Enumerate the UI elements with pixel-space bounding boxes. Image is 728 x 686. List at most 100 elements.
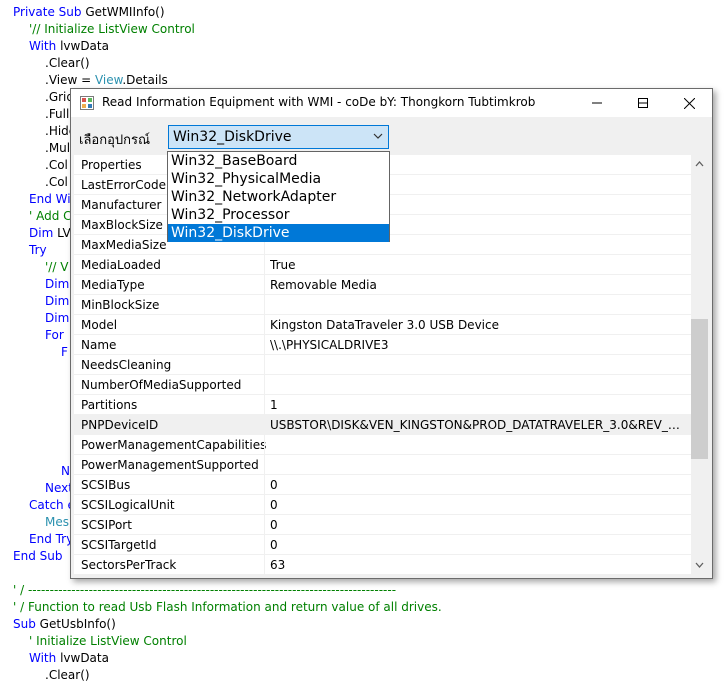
- code-token: .Mul: [45, 141, 71, 155]
- code-token: Private Sub: [13, 5, 86, 19]
- property-row[interactable]: NeedsCleaning: [74, 355, 691, 375]
- close-icon: [683, 97, 695, 109]
- property-value: True: [270, 258, 296, 272]
- column-divider: [264, 315, 265, 335]
- code-token: lvwData: [60, 651, 109, 665]
- minimize-button-real[interactable]: [574, 89, 620, 117]
- code-token: Mes: [45, 515, 69, 529]
- property-row[interactable]: PowerManagementSupported: [74, 455, 691, 475]
- column-divider: [264, 255, 265, 275]
- dropdown-option[interactable]: Win32_BaseBoard: [168, 152, 389, 170]
- property-row[interactable]: MinBlockSize: [74, 295, 691, 315]
- device-dropdown-list[interactable]: Win32_BaseBoard Win32_PhysicalMedia Win32_…: [167, 151, 390, 242]
- column-divider: [264, 275, 265, 295]
- code-token: .Col: [45, 158, 68, 172]
- property-row[interactable]: SectorsPerTrack 63: [74, 555, 691, 574]
- property-name: PNPDeviceID: [81, 418, 159, 432]
- code-line: Dim: [45, 276, 69, 293]
- code-line: .Full: [45, 106, 69, 123]
- scroll-down-arrow-icon[interactable]: [691, 558, 708, 572]
- property-name: NeedsCleaning: [81, 358, 172, 372]
- property-value: 0: [270, 518, 278, 532]
- code-token: GetUsbInfo(): [39, 617, 116, 631]
- code-token: .Clear(): [45, 56, 90, 70]
- column-divider: [264, 415, 265, 435]
- close-button[interactable]: [666, 89, 712, 117]
- property-row[interactable]: NumberOfMediaSupported: [74, 375, 691, 395]
- code-line: Try: [29, 242, 47, 259]
- code-token: End Try: [29, 532, 74, 546]
- code-token: .Full: [45, 107, 70, 121]
- code-token: .View =: [45, 73, 95, 87]
- property-name: SectorsPerTrack: [81, 558, 177, 572]
- property-row[interactable]: Model Kingston DataTraveler 3.0 USB Devic…: [74, 315, 691, 335]
- property-name: MinBlockSize: [81, 298, 160, 312]
- code-token: For: [45, 328, 64, 342]
- property-row[interactable]: SCSIBus 0: [74, 475, 691, 495]
- property-row[interactable]: PowerManagementCapabilities: [74, 435, 691, 455]
- code-line: .View = View.Details: [45, 72, 168, 89]
- maximize-button[interactable]: [620, 89, 666, 117]
- code-line: Dim LV: [29, 225, 71, 242]
- code-line: End Sub: [13, 548, 62, 565]
- property-value: 0: [270, 498, 278, 512]
- code-token: Try: [29, 243, 47, 257]
- scrollbar-thumb[interactable]: [691, 319, 708, 459]
- device-combobox[interactable]: Win32_DiskDrive: [168, 125, 389, 149]
- code-token: .Clear(): [45, 668, 90, 682]
- property-name: Properties: [81, 158, 142, 172]
- code-line: ' Add C: [29, 208, 72, 225]
- property-row[interactable]: SCSIPort 0: [74, 515, 691, 535]
- dropdown-option[interactable]: Win32_DiskDrive: [168, 224, 389, 242]
- property-value: 1: [270, 398, 278, 412]
- property-row[interactable]: SCSITargetId 0: [74, 535, 691, 555]
- property-row[interactable]: Name \\.\PHYSICALDRIVE3: [74, 335, 691, 355]
- code-token: GetWMIInfo(): [85, 5, 165, 19]
- code-line: .Clear(): [45, 55, 90, 72]
- property-row[interactable]: SCSILogicalUnit 0: [74, 495, 691, 515]
- vertical-scrollbar[interactable]: [691, 155, 708, 574]
- code-line: For: [45, 327, 64, 344]
- code-line: '// V: [45, 259, 68, 276]
- code-line: .Clear(): [45, 667, 90, 684]
- chevron-down-icon: [373, 133, 383, 139]
- code-token: lvwData: [60, 39, 109, 53]
- device-toolbar: เลือกอุปกรณ์ Win32_DiskDrive: [71, 118, 712, 154]
- code-line: Dim: [45, 293, 69, 310]
- code-token: .Col: [45, 175, 68, 189]
- property-name: LastErrorCode: [81, 178, 166, 192]
- property-row[interactable]: MediaLoaded True: [74, 255, 691, 275]
- maximize-icon: [638, 98, 648, 108]
- scroll-up-arrow-icon[interactable]: [691, 157, 708, 171]
- column-divider: [264, 535, 265, 555]
- property-name: PowerManagementCapabilities: [81, 438, 267, 452]
- window-title: Read Information Equipment with WMI - co…: [102, 95, 536, 109]
- code-token: Dim: [45, 277, 70, 291]
- code-token: Next: [45, 481, 73, 495]
- property-name: Model: [81, 318, 118, 332]
- property-name: MediaType: [81, 278, 145, 292]
- column-divider: [264, 495, 265, 515]
- code-line: .Mul: [45, 140, 70, 157]
- property-name: Manufacturer: [81, 198, 162, 212]
- code-token: With: [29, 651, 61, 665]
- column-divider: [264, 515, 265, 535]
- code-token: ' Add C: [29, 209, 72, 223]
- column-divider: [264, 475, 265, 495]
- code-line: .Col: [45, 157, 68, 174]
- property-name: Name: [81, 338, 117, 352]
- dropdown-option[interactable]: Win32_PhysicalMedia: [168, 170, 389, 188]
- code-line: .Col: [45, 174, 68, 191]
- dropdown-option[interactable]: Win32_NetworkAdapter: [168, 188, 389, 206]
- code-token: N: [61, 464, 70, 478]
- code-token: Dim: [45, 311, 70, 325]
- property-name: MaxMediaSize: [81, 238, 167, 252]
- property-value: 0: [270, 478, 278, 492]
- dropdown-option[interactable]: Win32_Processor: [168, 206, 389, 224]
- property-row[interactable]: Partitions 1: [74, 395, 691, 415]
- code-line: '// Initialize ListView Control: [29, 21, 195, 38]
- property-value: Kingston DataTraveler 3.0 USB Device: [270, 318, 499, 332]
- property-row[interactable]: MediaType Removable Media: [74, 275, 691, 295]
- code-token: ' / Function to read Usb Flash Informati…: [13, 600, 442, 614]
- property-row[interactable]: PNPDeviceID USBSTOR\DISK&VEN_KINGSTON&PRO…: [74, 415, 691, 435]
